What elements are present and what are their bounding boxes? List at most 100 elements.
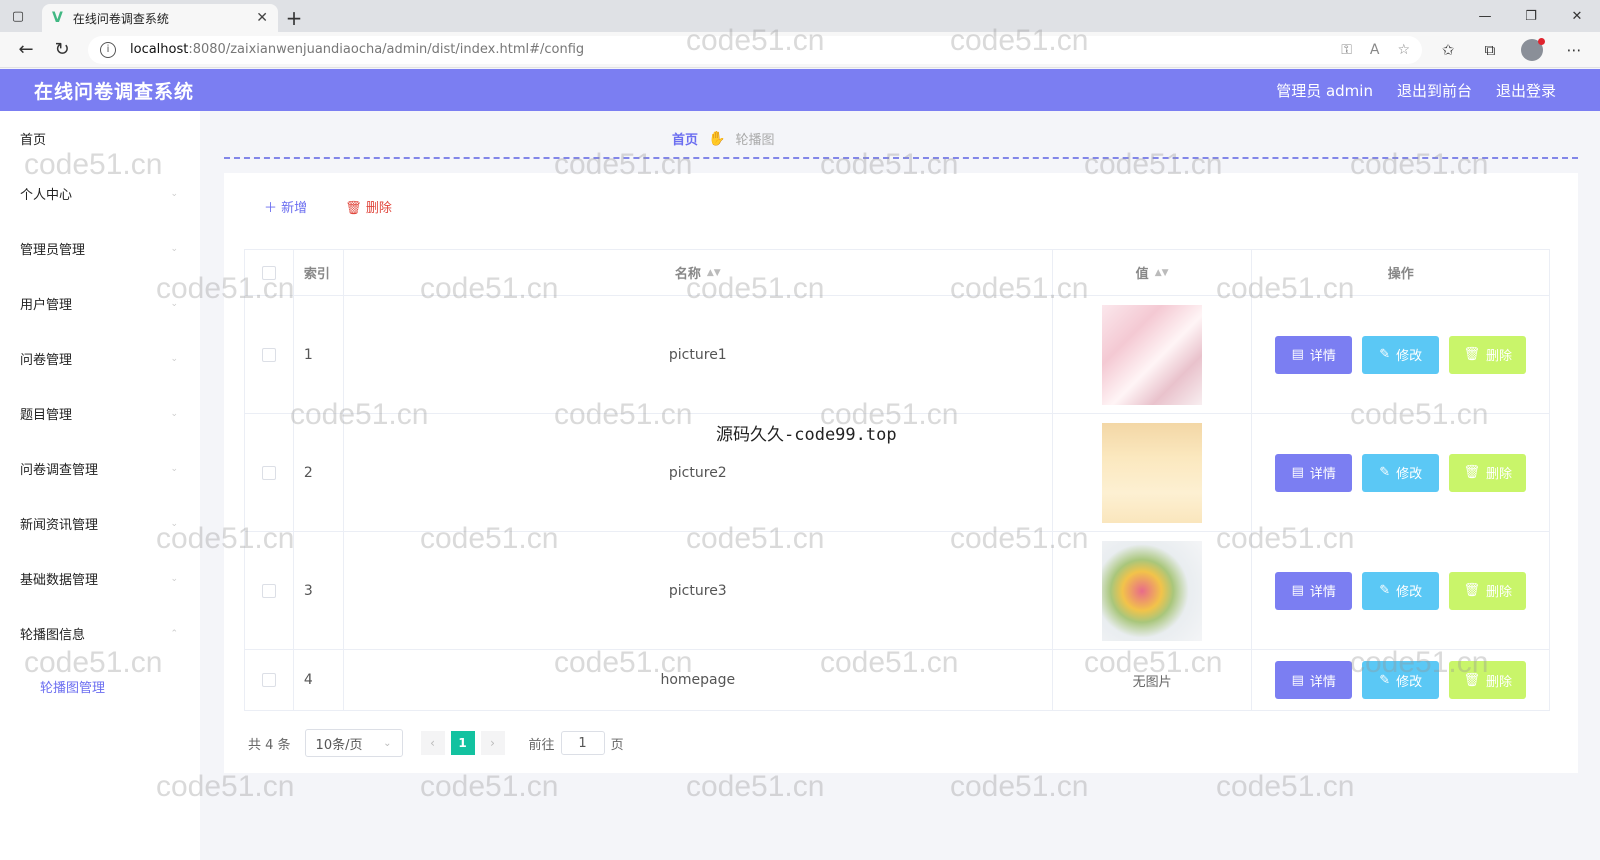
- more-icon[interactable]: ⋯: [1556, 35, 1592, 65]
- refresh-icon[interactable]: ↻: [44, 35, 80, 65]
- header-value-label: 值: [1135, 267, 1149, 282]
- carousel-thumbnail: [1102, 304, 1203, 405]
- header-name[interactable]: 名称 ▲▼: [344, 250, 1053, 295]
- detail-label: 详情: [1309, 674, 1336, 690]
- row-checkbox[interactable]: [261, 347, 276, 362]
- edit-button[interactable]: ✎ 修改: [1362, 571, 1440, 610]
- sidebar-item-admins[interactable]: 管理员管理 ⌄: [0, 221, 200, 276]
- table-row: 2 picture2 ▤ 详情 ✎ 修改 🗑 删除: [245, 414, 1549, 532]
- plus-icon: ＋: [264, 201, 278, 216]
- page-size-select[interactable]: 10条/页 ⌄: [304, 729, 403, 757]
- sidebar-item-label: 新闻资讯管理: [20, 518, 99, 533]
- next-page-icon[interactable]: ›: [480, 731, 505, 755]
- page-number[interactable]: 1: [450, 731, 475, 755]
- header-value[interactable]: 值 ▲▼: [1053, 250, 1253, 295]
- delete-label: 删除: [1485, 467, 1512, 482]
- browser-tabbar: ▢ V 在线问卷调查系统 ✕ + — ❐ ✕: [0, 0, 1600, 32]
- trash-icon: 🗑: [1463, 672, 1480, 688]
- sidebar-item-label: 问卷调查管理: [20, 463, 99, 478]
- row-checkbox[interactable]: [261, 673, 276, 687]
- row-checkbox-cell: [245, 296, 294, 413]
- chevron-down-icon: ⌄: [170, 188, 178, 199]
- row-checkbox[interactable]: [261, 465, 276, 480]
- key-icon[interactable]: ⚿: [1341, 42, 1352, 58]
- sidebar-item-news[interactable]: 新闻资讯管理 ⌄: [0, 496, 200, 551]
- logout-link[interactable]: 退出登录: [1496, 80, 1556, 101]
- browser-tab[interactable]: V 在线问卷调查系统 ✕: [42, 4, 278, 32]
- edit-label: 修改: [1396, 585, 1423, 600]
- prev-page-icon[interactable]: ‹: [420, 731, 445, 755]
- row-name: picture2: [344, 414, 1053, 531]
- delete-button[interactable]: 🗑 删除: [1449, 571, 1527, 610]
- favorites-icon[interactable]: ✩: [1430, 35, 1466, 65]
- detail-button[interactable]: ▤ 详情: [1275, 335, 1353, 374]
- row-ops: ▤ 详情 ✎ 修改 🗑 删除: [1252, 296, 1549, 413]
- detail-button[interactable]: ▤ 详情: [1275, 661, 1353, 699]
- header-links: 管理员 admin 退出到前台 退出登录: [1276, 80, 1556, 101]
- select-all-checkbox[interactable]: [261, 265, 276, 280]
- chevron-down-icon: ⌄: [170, 353, 178, 364]
- batch-delete-button[interactable]: 🗑 删除: [345, 197, 392, 216]
- delete-label: 删除: [365, 201, 392, 216]
- data-table: 索引 名称 ▲▼ 值 ▲▼ 操作 1 picture1 ▤ 详情 ✎ 修改 🗑 删除 2: [244, 249, 1550, 711]
- url-input[interactable]: i localhost:8080/zaixianwenjuandiaocha/a…: [88, 35, 1422, 64]
- row-checkbox-cell: [245, 650, 294, 710]
- sidebar-item-label: 首页: [20, 133, 47, 148]
- breadcrumb-home[interactable]: 首页: [672, 129, 698, 148]
- detail-button[interactable]: ▤ 详情: [1275, 571, 1353, 610]
- info-icon[interactable]: i: [100, 41, 116, 58]
- read-aloud-icon[interactable]: A: [1370, 42, 1380, 58]
- detail-label: 详情: [1309, 349, 1336, 364]
- add-favorite-icon[interactable]: ☆: [1397, 42, 1410, 58]
- edit-label: 修改: [1396, 674, 1423, 690]
- row-checkbox-cell: [245, 414, 294, 531]
- sidebar-item-home[interactable]: 首页: [0, 111, 200, 166]
- sidebar-item-users[interactable]: 用户管理 ⌄: [0, 276, 200, 331]
- edit-button[interactable]: ✎ 修改: [1362, 661, 1440, 699]
- edit-label: 修改: [1396, 467, 1423, 482]
- delete-button[interactable]: 🗑 删除: [1449, 661, 1527, 699]
- goto-page: 前往 1 页: [529, 731, 624, 755]
- delete-button[interactable]: 🗑 删除: [1449, 453, 1527, 492]
- add-button[interactable]: ＋ 新增: [264, 197, 307, 216]
- row-value: [1053, 414, 1253, 531]
- restore-icon[interactable]: ❐: [1508, 0, 1554, 32]
- url-path: :8080/zaixianwenjuandiaocha/admin/dist/i…: [188, 42, 585, 57]
- goto-suffix: 页: [610, 737, 624, 753]
- sidebar-item-profile[interactable]: 个人中心 ⌄: [0, 166, 200, 221]
- minimize-icon[interactable]: —: [1462, 0, 1508, 32]
- document-icon: ▤: [1291, 583, 1304, 598]
- table-row: 1 picture1 ▤ 详情 ✎ 修改 🗑 删除: [245, 296, 1549, 414]
- sidebar-item-questions[interactable]: 题目管理 ⌄: [0, 386, 200, 441]
- sort-icon[interactable]: ▲▼: [1155, 268, 1169, 278]
- detail-button[interactable]: ▤ 详情: [1275, 453, 1353, 492]
- edit-button[interactable]: ✎ 修改: [1362, 453, 1440, 492]
- new-tab-icon[interactable]: +: [278, 4, 310, 32]
- sidebar-subitem-carousel-manage[interactable]: 轮播图管理: [0, 661, 200, 711]
- edit-button[interactable]: ✎ 修改: [1362, 335, 1440, 374]
- close-icon[interactable]: ✕: [256, 10, 268, 26]
- window-close-icon[interactable]: ✕: [1554, 0, 1600, 32]
- no-image-label: 无图片: [1132, 674, 1172, 690]
- sidebar-item-basic-data[interactable]: 基础数据管理 ⌄: [0, 551, 200, 606]
- chevron-down-icon: ⌄: [383, 737, 392, 749]
- header-checkbox-cell: [245, 250, 294, 295]
- row-checkbox[interactable]: [261, 583, 276, 598]
- back-icon[interactable]: ←: [8, 35, 44, 65]
- detail-label: 详情: [1309, 585, 1336, 600]
- goto-input[interactable]: 1: [560, 731, 605, 755]
- sort-icon[interactable]: ▲▼: [707, 268, 721, 278]
- back-to-front-link[interactable]: 退出到前台: [1397, 80, 1472, 101]
- sidebar-item-carousel[interactable]: 轮播图信息 ⌃: [0, 606, 200, 661]
- pencil-icon: ✎: [1379, 465, 1391, 480]
- row-name: homepage: [344, 650, 1053, 710]
- collections-icon[interactable]: ⧉: [1472, 35, 1508, 65]
- chevron-down-icon: ⌄: [170, 243, 178, 254]
- delete-button[interactable]: 🗑 删除: [1449, 335, 1527, 374]
- detail-label: 详情: [1309, 467, 1336, 482]
- profile-icon[interactable]: [1514, 35, 1550, 65]
- sidebar-item-surveys[interactable]: 问卷调查管理 ⌄: [0, 441, 200, 496]
- chevron-down-icon: ⌄: [170, 463, 178, 474]
- sidebar-item-questionnaires[interactable]: 问卷管理 ⌄: [0, 331, 200, 386]
- sidebar-toggle-icon[interactable]: ▢: [0, 0, 36, 32]
